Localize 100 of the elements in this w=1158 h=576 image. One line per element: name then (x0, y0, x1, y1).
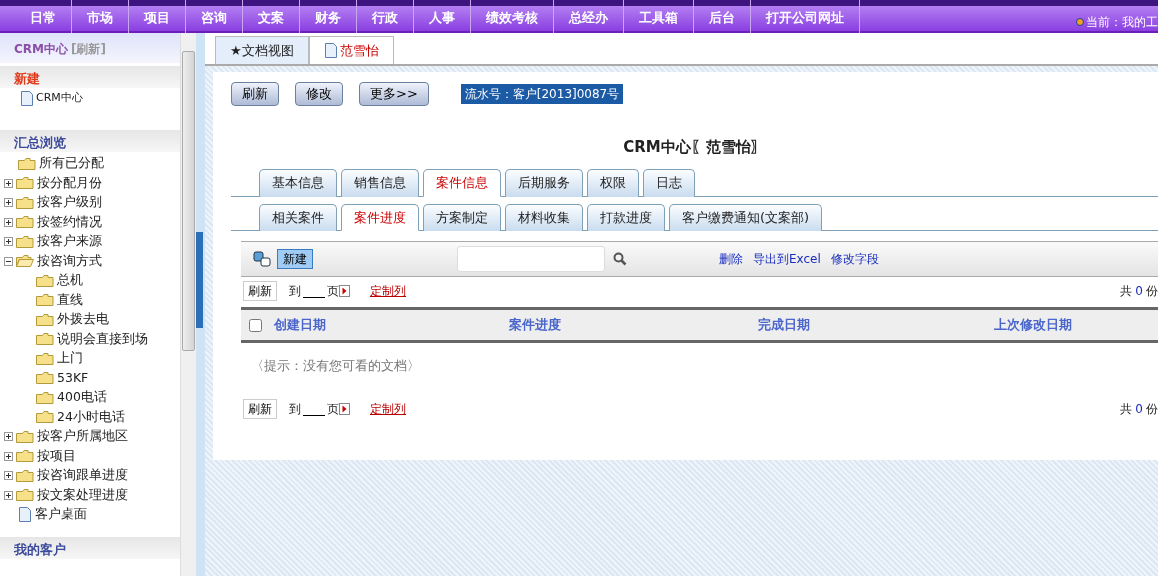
tree-item[interactable]: 按文案处理进度 (37, 485, 128, 505)
tab[interactable]: 案件进度 (341, 203, 419, 231)
tab[interactable]: 销售信息 (341, 169, 419, 197)
tab[interactable]: 客户缴费通知(文案部) (669, 203, 823, 231)
tree-item[interactable]: 按签约情况 (37, 212, 102, 232)
tab[interactable]: 案件信息 (423, 169, 501, 197)
tree-item[interactable]: 按项目 (37, 446, 76, 466)
search-icon (613, 252, 627, 266)
expand-icon[interactable] (4, 432, 13, 442)
total-label: 共 (1120, 283, 1133, 300)
tree-item[interactable]: 按咨询方式 (37, 251, 102, 271)
tree-item[interactable]: 直线 (57, 290, 83, 310)
column-header[interactable]: 完成日期 (659, 315, 909, 335)
tree-item[interactable]: 400电话 (57, 388, 107, 408)
total-unit: 份 (1146, 400, 1158, 418)
toolbar-link[interactable]: 导出到Excel (753, 250, 821, 268)
tree-item[interactable]: 外拨去电 (57, 310, 109, 330)
toolbar-link[interactable]: 修改字段 (830, 250, 879, 268)
folder-icon (36, 390, 54, 405)
section-title: 汇总浏览 (14, 135, 66, 150)
toolbar-button[interactable]: 刷新 (231, 82, 279, 106)
serial-number: 流水号：客户[2013]0087号 (460, 83, 624, 104)
folder-icon (16, 215, 34, 230)
folder-icon (36, 371, 54, 386)
folder-icon (36, 332, 54, 347)
folder-icon (16, 234, 34, 249)
tab[interactable]: 日志 (643, 169, 695, 197)
folder-icon (36, 312, 54, 327)
tree-item[interactable]: 说明会直接到场 (57, 329, 148, 349)
tab[interactable]: 后期服务 (505, 169, 583, 197)
document-count: 0 (1135, 283, 1143, 300)
expand-icon[interactable] (4, 198, 13, 208)
document-icon (18, 507, 32, 523)
customize-columns-link[interactable]: 定制列 (366, 399, 406, 418)
panel-title: CRM中心 (14, 41, 68, 56)
select-all-checkbox[interactable] (249, 318, 262, 332)
expand-icon[interactable] (4, 490, 13, 500)
toolbar-button[interactable]: 修改 (295, 82, 343, 106)
document-tab[interactable]: 范雪怡 (308, 36, 394, 64)
column-header[interactable]: 案件进度 (410, 315, 660, 335)
folder-icon (16, 488, 34, 503)
folder-icon (36, 410, 54, 425)
tree-item[interactable]: 总机 (57, 271, 83, 291)
tab[interactable]: 材料收集 (505, 203, 583, 231)
splitter-handle[interactable] (196, 231, 203, 328)
tab[interactable]: 相关案件 (259, 203, 337, 231)
tree-item[interactable]: 所有已分配 (39, 154, 104, 174)
tree-item[interactable]: 客户桌面 (35, 505, 87, 525)
column-header[interactable]: 创建日期 (274, 315, 411, 335)
expand-icon[interactable] (4, 451, 13, 461)
search-field[interactable] (457, 246, 605, 272)
expand-icon[interactable] (4, 471, 13, 481)
empty-message: 〈提示：没有您可看的文档〉 (251, 357, 421, 375)
folder-icon (16, 468, 34, 483)
next-page-icon (339, 285, 350, 297)
tree-item[interactable]: 按分配月份 (37, 173, 102, 193)
status-dot-icon (1076, 18, 1084, 26)
total-unit: 份 (1146, 283, 1158, 300)
next-page-icon (339, 402, 350, 415)
new-record-icon (253, 251, 271, 267)
document-icon (323, 43, 337, 58)
toolbar-link[interactable]: 删除 (719, 250, 743, 268)
folder-icon (16, 195, 34, 210)
customize-columns-link[interactable]: 定制列 (366, 282, 406, 300)
tree-item[interactable]: 53KF (57, 368, 89, 388)
folder-icon (18, 156, 36, 171)
folder-icon (16, 429, 34, 444)
goto-label: 到 (289, 400, 301, 418)
section-title: 我的客户 (14, 541, 66, 557)
tree-item[interactable]: 按咨询跟单进度 (37, 466, 128, 486)
folder-icon (16, 176, 34, 191)
page-label: 页 (327, 283, 339, 300)
new-button[interactable]: 新建 (277, 249, 313, 269)
document-icon (20, 90, 33, 106)
sidebar-item[interactable]: CRM中心 (36, 89, 83, 107)
tab[interactable]: 基本信息 (259, 169, 337, 197)
tree-item[interactable]: 按客户级别 (37, 193, 102, 213)
tree-item[interactable]: 按客户所属地区 (37, 427, 128, 447)
folder-icon (36, 293, 54, 308)
document-tab[interactable]: ★文档视图 (215, 36, 309, 64)
column-header[interactable]: 上次修改日期 (909, 315, 1158, 335)
tab[interactable]: 方案制定 (423, 203, 501, 231)
refresh-button[interactable]: 刷新 (243, 398, 277, 419)
expand-icon[interactable] (4, 178, 13, 188)
toolbar-button[interactable]: 更多>> (359, 82, 429, 106)
page-label: 页 (327, 400, 339, 418)
current-location: 当前：我的工 (1086, 14, 1158, 31)
tab[interactable]: 权限 (587, 169, 639, 197)
tree-item[interactable]: 24小时电话 (57, 407, 125, 427)
tree-item[interactable]: 上门 (57, 349, 83, 369)
expand-icon[interactable] (4, 237, 13, 247)
scrollbar[interactable] (180, 33, 196, 576)
expand-icon[interactable] (4, 217, 13, 227)
tab[interactable]: 打款进度 (587, 203, 665, 231)
collapse-icon[interactable] (4, 256, 13, 266)
document-count: 0 (1135, 400, 1143, 418)
tree-item[interactable]: 按客户来源 (37, 232, 102, 252)
page-title: CRM中心〖范雪怡〗 (622, 136, 767, 158)
goto-label: 到 (289, 283, 301, 300)
refresh-button[interactable]: 刷新 (243, 281, 277, 301)
